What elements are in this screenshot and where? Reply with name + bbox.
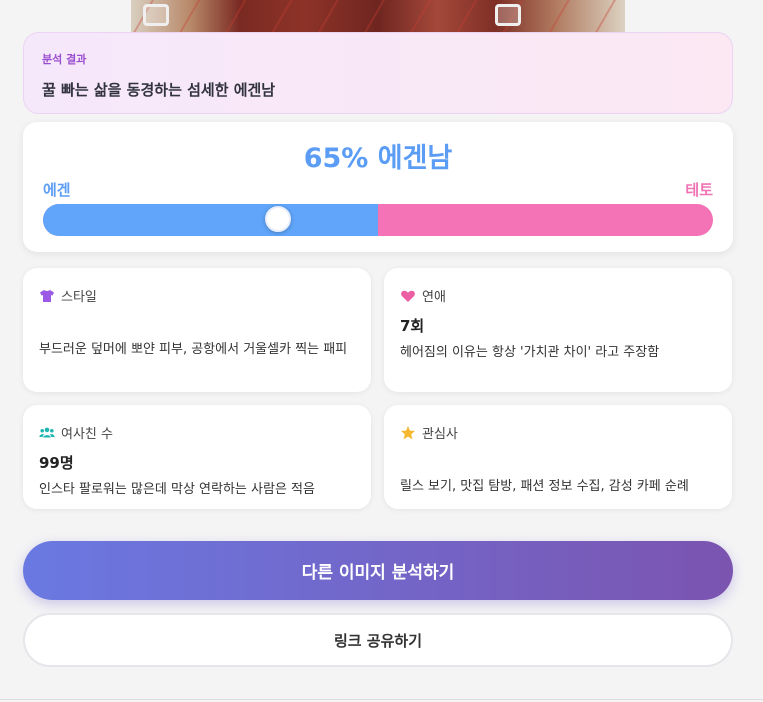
love-card: 연애 7회 헤어짐의 이유는 항상 '가치관 차이' 라고 주장함 [384,268,732,392]
result-text: 꿀 빠는 삶을 동경하는 섬세한 에겐남 [42,81,276,99]
result-page: 분석 결과 꿀 빠는 삶을 동경하는 섬세한 에겐남 65% 에겐남 에겐 테토… [0,0,763,702]
clip-decoration [495,4,521,26]
bottom-divider [0,699,763,700]
friends-card: 여사친 수 99명 인스타 팔로워는 많은데 막상 연락하는 사람은 적음 [23,405,371,509]
meter-fill [43,204,378,236]
meter-card: 65% 에겐남 에겐 테토 [23,122,733,252]
love-card-value: 7회 [400,317,425,335]
interest-card-value [400,452,716,470]
style-card-desc: 부드러운 덮머에 뽀얀 피부, 공항에서 거울셀카 찍는 패피 [39,342,348,357]
uploaded-photo [131,0,625,34]
love-card-title: 연애 [422,290,446,305]
friends-card-title: 여사친 수 [61,427,113,442]
star-icon [401,425,415,439]
style-card-value [39,315,355,333]
users-icon [39,427,55,437]
share-link-button[interactable]: 링크 공유하기 [23,613,733,667]
shirt-icon [40,289,54,302]
heart-icon [401,290,415,302]
friends-card-desc: 인스타 팔로워는 많은데 막상 연락하는 사람은 적음 [39,482,315,497]
style-card: 스타일 부드러운 덮머에 뽀얀 피부, 공항에서 거울셀카 찍는 패피 [23,268,371,392]
clip-decoration [143,4,169,26]
interest-card: 관심사 릴스 보기, 맛집 탐방, 패션 정보 수집, 감성 카페 순례 [384,405,732,509]
result-card: 분석 결과 꿀 빠는 삶을 동경하는 섬세한 에겐남 [23,32,733,114]
analyze-another-button[interactable]: 다른 이미지 분석하기 [23,541,733,600]
meter-left-label: 에겐 [43,181,71,199]
interest-card-desc: 릴스 보기, 맛집 탐방, 패션 정보 수집, 감성 카페 순례 [400,479,689,494]
love-card-desc: 헤어짐의 이유는 항상 '가치관 차이' 라고 주장함 [400,345,660,360]
meter-thumb [264,206,291,232]
meter-track [43,204,713,236]
result-label: 분석 결과 [42,53,87,66]
meter-title: 65% 에겐남 [303,143,453,174]
friends-card-value: 99명 [39,454,74,472]
interest-card-title: 관심사 [422,427,458,442]
meter-right-label: 테토 [685,181,713,199]
style-card-title: 스타일 [61,290,97,305]
